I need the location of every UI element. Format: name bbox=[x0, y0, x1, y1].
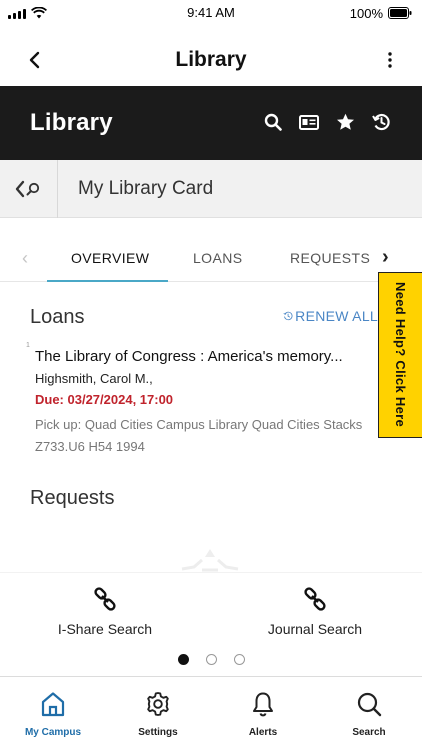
quick-links-carousel: I-Share Search Journal Search bbox=[0, 572, 422, 648]
status-bar: 9:41 AM 100% bbox=[0, 0, 422, 26]
loan-author: Highsmith, Carol M., bbox=[35, 371, 153, 386]
loan-due-date: Due: 03/27/2024, 17:00 bbox=[35, 392, 174, 407]
journal-search-link[interactable]: Journal Search bbox=[225, 587, 405, 637]
nav-alerts[interactable]: Alerts bbox=[210, 689, 316, 738]
chevron-left-icon bbox=[29, 51, 40, 69]
need-help-label: Need Help? Click Here bbox=[393, 282, 408, 428]
back-search-icon bbox=[15, 180, 39, 197]
back-to-search-button[interactable] bbox=[0, 159, 58, 218]
star-icon bbox=[336, 113, 354, 130]
bell-icon bbox=[253, 692, 273, 717]
link-icon bbox=[94, 587, 116, 611]
journal-search-label: Journal Search bbox=[267, 621, 363, 637]
kebab-menu-icon bbox=[388, 52, 392, 68]
loading-indicator-icon bbox=[181, 549, 239, 572]
loan-title: The Library of Congress : America's memo… bbox=[35, 348, 343, 365]
renew-all-button[interactable]: RENEW ALL bbox=[283, 306, 378, 326]
pager-dot-1[interactable] bbox=[177, 654, 189, 665]
library-card-bar: My Library Card bbox=[0, 159, 422, 218]
loans-heading: Loans bbox=[30, 306, 85, 328]
renew-clock-icon bbox=[283, 311, 293, 321]
back-button[interactable] bbox=[20, 46, 48, 74]
pager-dot-2[interactable] bbox=[205, 654, 217, 665]
history-button[interactable] bbox=[370, 111, 392, 133]
loan-index-mark: 1 bbox=[26, 342, 30, 349]
tab-overview[interactable]: OVERVIEW bbox=[71, 250, 149, 266]
loan-item[interactable]: The Library of Congress : America's memo… bbox=[35, 347, 378, 458]
bottom-nav: My Campus Settings Alerts Search bbox=[0, 676, 422, 750]
nav-settings[interactable]: Settings bbox=[105, 689, 211, 738]
search-icon bbox=[264, 113, 282, 131]
library-banner: Library bbox=[0, 86, 422, 160]
history-icon bbox=[372, 113, 390, 131]
need-help-tab[interactable]: Need Help? Click Here bbox=[378, 272, 422, 438]
requests-heading: Requests bbox=[30, 487, 115, 509]
home-icon bbox=[41, 692, 65, 717]
tabs-scroll-left-button[interactable]: ‹ bbox=[22, 248, 28, 269]
nav-alerts-label: Alerts bbox=[248, 727, 278, 738]
ishare-search-label: I-Share Search bbox=[57, 621, 153, 637]
nav-search[interactable]: Search bbox=[316, 689, 422, 738]
search-button[interactable] bbox=[262, 111, 284, 133]
status-time: 9:41 AM bbox=[187, 5, 235, 20]
nav-settings-label: Settings bbox=[138, 727, 178, 738]
favorites-button[interactable] bbox=[334, 111, 356, 133]
id-card-icon bbox=[299, 114, 319, 130]
renew-all-label: RENEW ALL bbox=[295, 308, 378, 324]
ishare-search-link[interactable]: I-Share Search bbox=[15, 587, 195, 637]
library-brand: Library bbox=[30, 109, 113, 136]
more-options-button[interactable] bbox=[378, 46, 402, 74]
banner-toolbar bbox=[262, 111, 392, 133]
nav-my-campus[interactable]: My Campus bbox=[0, 689, 106, 738]
library-card-button[interactable] bbox=[298, 111, 320, 133]
link-icon bbox=[304, 587, 326, 611]
tab-requests[interactable]: REQUESTS bbox=[290, 250, 370, 266]
app-header: Library bbox=[0, 34, 422, 86]
loan-pickup-location: Pick up: Quad Cities Campus Library Quad… bbox=[35, 417, 363, 454]
carousel-pager bbox=[0, 654, 422, 665]
pager-dot-3[interactable] bbox=[233, 654, 245, 665]
nav-my-campus-label: My Campus bbox=[24, 727, 82, 738]
nav-search-label: Search bbox=[352, 727, 386, 738]
tab-loans[interactable]: LOANS bbox=[193, 250, 242, 266]
tabs-scroll-right-button[interactable]: › bbox=[382, 246, 389, 269]
card-tabs: ‹ OVERVIEW LOANS REQUESTS › bbox=[0, 236, 422, 282]
gear-icon bbox=[147, 692, 169, 716]
search-icon bbox=[357, 692, 382, 717]
active-tab-indicator bbox=[47, 280, 168, 282]
card-title: My Library Card bbox=[78, 177, 214, 199]
page-title: Library bbox=[175, 48, 247, 71]
